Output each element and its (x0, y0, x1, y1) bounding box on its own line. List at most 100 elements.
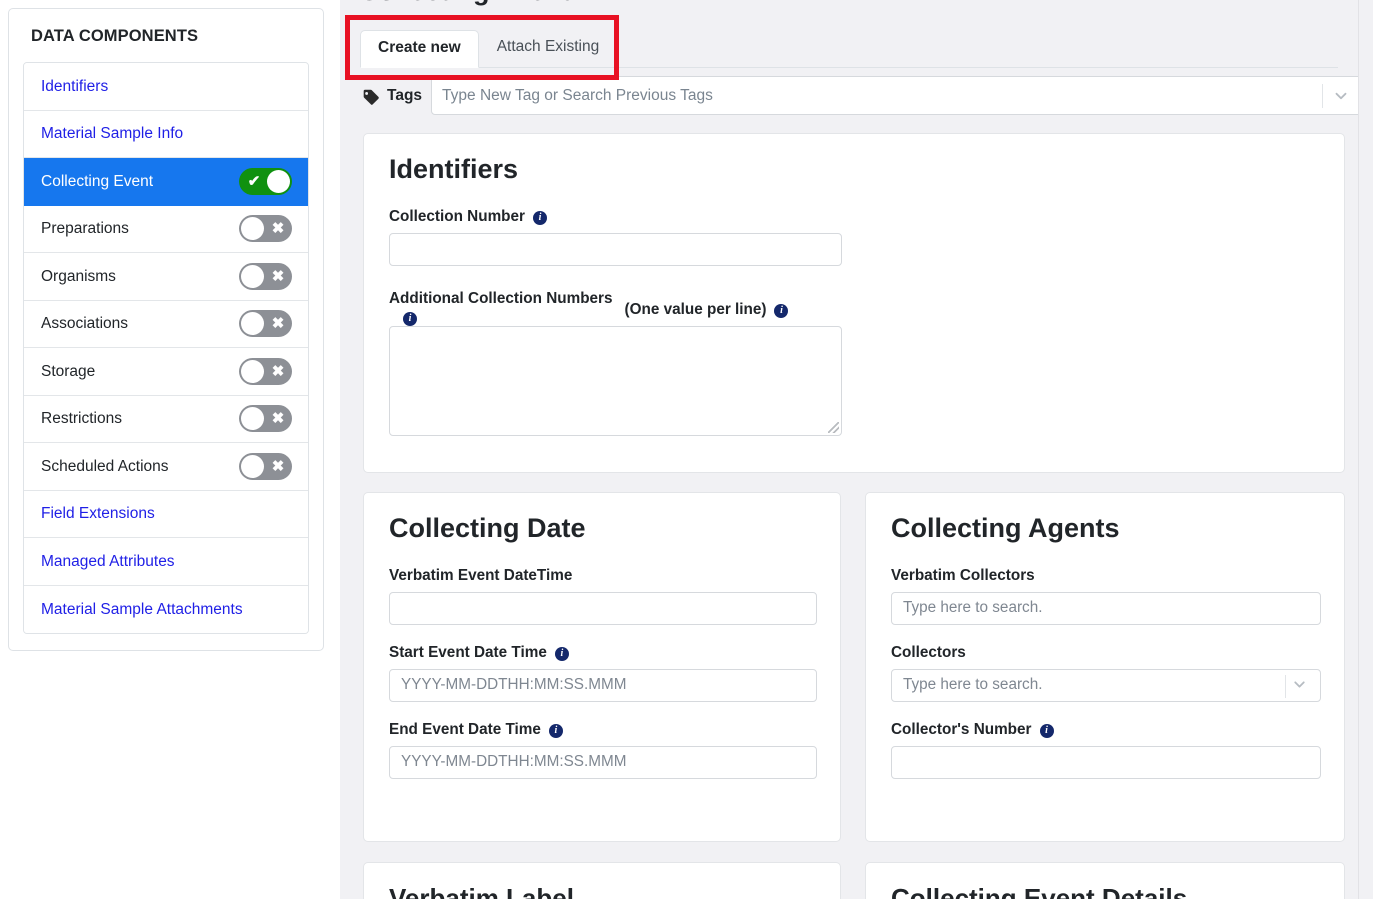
sidebar-item-scheduled-actions[interactable]: Scheduled Actions ✖ (24, 443, 308, 491)
close-icon: ✖ (271, 267, 285, 285)
sidebar-item-label: Material Sample Attachments (41, 600, 243, 618)
end-event-date-time-placeholder: YYYY-MM-DDTHH:MM:SS.MMM (401, 753, 627, 771)
info-icon[interactable]: i (532, 210, 547, 225)
verbatim-label-card: Verbatim Label (363, 862, 841, 899)
check-icon: ✔ (247, 172, 261, 190)
toggle-knob (241, 264, 264, 288)
sidebar-item-label: Material Sample Info (41, 125, 184, 142)
toggle-collecting-event[interactable]: ✔ (239, 167, 292, 195)
collection-number-input[interactable] (389, 232, 842, 266)
select-separator (1322, 84, 1323, 108)
chevron-down-icon[interactable] (1291, 676, 1309, 694)
sidebar-item-label: Identifiers (41, 77, 109, 95)
info-icon[interactable]: i (774, 303, 789, 318)
identifiers-card: Identifiers Collection Number i Addition… (363, 133, 1345, 473)
close-icon: ✖ (271, 410, 285, 428)
sidebar-item-field-extensions[interactable]: Field Extensions (24, 490, 308, 538)
sidebar-item-managed-attributes[interactable]: Managed Attributes (24, 538, 308, 586)
panel-title: DATA COMPONENTS (31, 27, 199, 45)
page-title: Collecting Event (359, 0, 571, 7)
sidebar-item-label: Organisms (41, 267, 116, 285)
start-event-date-time-input[interactable]: YYYY-MM-DDTHH:MM:SS.MMM (389, 668, 817, 702)
info-icon[interactable]: i (548, 723, 563, 738)
additional-collection-numbers-label: Additional Collection Numbers i (389, 289, 613, 326)
collection-number-label-text: Collection Number (389, 207, 525, 225)
toggle-associations[interactable]: ✖ (239, 310, 292, 338)
verbatim-collectors-placeholder: Type here to search. (903, 599, 1043, 617)
tags-row: Tags Type New Tag or Search Previous Tag… (360, 76, 1358, 115)
tab-attach-existing[interactable]: Attach Existing (479, 29, 618, 67)
sidebar-item-identifiers[interactable]: Identifiers (24, 63, 308, 111)
identifiers-heading: Identifiers (389, 154, 519, 184)
collection-number-label: Collection Number i (389, 208, 1344, 226)
collectors-number-input[interactable] (891, 745, 1321, 779)
sidebar-item-label: Field Extensions (41, 505, 155, 522)
end-event-date-time-input[interactable]: YYYY-MM-DDTHH:MM:SS.MMM (389, 745, 817, 779)
chevron-down-icon[interactable] (1332, 87, 1350, 105)
close-icon: ✖ (271, 220, 285, 238)
collecting-event-details-card: Collecting Event Details (865, 862, 1345, 899)
collectors-number-label-text: Collector's Number (891, 720, 1032, 738)
toggle-storage[interactable]: ✖ (239, 357, 292, 385)
sidebar-item-material-sample-info[interactable]: Material Sample Info (24, 110, 308, 158)
verbatim-label-heading: Verbatim Label (389, 883, 574, 899)
tags-label: Tags (387, 86, 423, 104)
tags-placeholder: Type New Tag or Search Previous Tags (442, 86, 713, 104)
sidebar-item-label: Storage (41, 362, 96, 380)
sidebar-item-label: Associations (41, 315, 129, 332)
sidebar-item-associations[interactable]: Associations ✖ (24, 300, 308, 348)
sidebar-item-preparations[interactable]: Preparations ✖ (24, 205, 308, 253)
sidebar-item-label: Collecting Event (41, 172, 154, 190)
info-icon[interactable]: i (554, 646, 569, 661)
info-icon[interactable]: i (403, 311, 417, 326)
collectors-label: Collectors (891, 644, 1344, 662)
verbatim-collectors-input[interactable]: Type here to search. (891, 591, 1321, 625)
tags-input[interactable]: Type New Tag or Search Previous Tags (431, 76, 1358, 115)
end-event-date-time-label: End Event Date Time i (389, 721, 840, 739)
verbatim-event-datetime-label: Verbatim Event DateTime (389, 567, 840, 585)
sidebar-item-restrictions[interactable]: Restrictions ✖ (24, 395, 308, 443)
collectors-number-label: Collector's Number i (891, 721, 1344, 739)
sidebar-item-label: Managed Attributes (41, 552, 175, 570)
toggle-restrictions[interactable]: ✖ (239, 405, 292, 433)
start-event-date-time-label-text: Start Event Date Time (389, 643, 547, 661)
additional-collection-numbers-textarea[interactable] (389, 325, 842, 436)
data-components-list: Identifiers Material Sample Info Collectin… (23, 62, 309, 634)
toggle-scheduled-actions[interactable]: ✖ (239, 452, 292, 480)
collectors-label-text: Collectors (891, 643, 966, 661)
toggle-knob (241, 312, 264, 336)
toggle-knob (241, 217, 264, 241)
close-icon: ✖ (271, 362, 285, 380)
collecting-date-heading: Collecting Date (389, 513, 586, 543)
toggle-knob (241, 407, 264, 431)
sidebar-item-organisms[interactable]: Organisms ✖ (24, 253, 308, 301)
right-margin (1359, 0, 1373, 899)
info-icon[interactable]: i (1039, 723, 1054, 738)
toggle-organisms[interactable]: ✖ (239, 262, 292, 290)
verbatim-event-datetime-input[interactable] (389, 591, 817, 625)
tab-create-new[interactable]: Create new (360, 30, 479, 68)
one-value-per-line-text: (One value per line) (624, 300, 767, 318)
collectors-placeholder: Type here to search. (903, 676, 1043, 694)
verbatim-collectors-label-text: Verbatim Collectors (891, 566, 1035, 584)
toggle-preparations[interactable]: ✖ (239, 215, 292, 243)
sidebar-item-label: Restrictions (41, 410, 122, 427)
toggle-knob (241, 454, 264, 478)
collectors-select[interactable]: Type here to search. (891, 668, 1321, 702)
sidebar-item-collecting-event[interactable]: Collecting Event ✔ (24, 158, 308, 206)
one-value-per-line-hint: (One value per line) i (625, 301, 789, 319)
select-separator (1285, 674, 1286, 698)
form-mode-tabs: Create new Attach Existing (360, 28, 1338, 68)
collecting-date-card: Collecting Date Verbatim Event DateTime … (363, 492, 841, 842)
resize-grip-icon[interactable] (828, 421, 839, 433)
additional-collection-numbers-label-text: Additional Collection Numbers (389, 289, 613, 307)
data-components-panel: DATA COMPONENTS Identifiers Material Samp… (8, 8, 324, 651)
collecting-agents-card: Collecting Agents Verbatim Collectors Ty… (865, 492, 1345, 842)
start-event-date-time-label: Start Event Date Time i (389, 644, 840, 662)
sidebar-item-storage[interactable]: Storage ✖ (24, 348, 308, 396)
main-content: Collecting Event Create new Attach Exist… (340, 0, 1358, 899)
tag-icon (362, 88, 380, 106)
sidebar-item-material-sample-attachments[interactable]: Material Sample Attachments (24, 585, 308, 633)
page-root: DATA COMPONENTS Identifiers Material Samp… (0, 0, 1373, 899)
close-icon: ✖ (271, 315, 285, 333)
